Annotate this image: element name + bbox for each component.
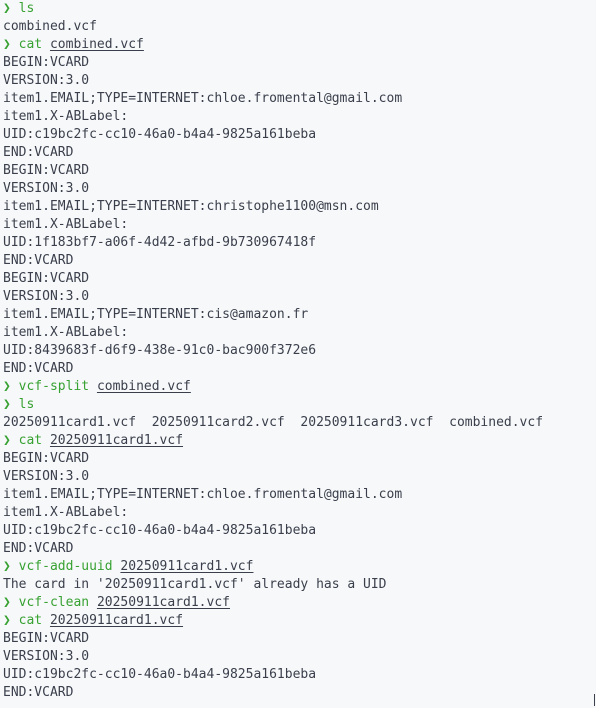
command-name: ls	[18, 1, 35, 16]
output-text: UID:c19bc2fc-cc10-46a0-b4a4-9825a161beba	[3, 127, 317, 142]
output-text: END:VCARD	[3, 361, 74, 376]
output-text: BEGIN:VCARD	[3, 631, 90, 646]
prompt-chevron-icon: ❯	[3, 37, 11, 52]
output-line: item1.EMAIL;TYPE=INTERNET:chloe.fromenta…	[3, 486, 593, 504]
output-line: UID:c19bc2fc-cc10-46a0-b4a4-9825a161beba	[3, 666, 593, 684]
output-text: UID:c19bc2fc-cc10-46a0-b4a4-9825a161beba	[3, 523, 317, 538]
output-line: END:VCARD	[3, 252, 593, 270]
output-text: END:VCARD	[3, 685, 74, 700]
command-name: cat	[18, 613, 43, 628]
prompt-chevron-icon: ❯	[3, 559, 11, 574]
command-line: ❯ cat 20250911card1.vcf	[3, 612, 593, 630]
prompt-chevron-icon: ❯	[3, 595, 11, 610]
output-text: END:VCARD	[3, 253, 74, 268]
output-line: The card in '20250911card1.vcf' already …	[3, 576, 593, 594]
output-line: item1.X-ABLabel:	[3, 108, 593, 126]
output-text: VERSION:3.0	[3, 649, 90, 664]
output-line: BEGIN:VCARD	[3, 630, 593, 648]
output-line: UID:8439683f-d6f9-438e-91c0-bac900f372e6	[3, 342, 593, 360]
output-line: item1.X-ABLabel:	[3, 324, 593, 342]
prompt-chevron-icon: ❯	[3, 379, 11, 394]
command-line: ❯ ls	[3, 396, 593, 414]
output-text: item1.X-ABLabel:	[3, 505, 129, 520]
command-line: ❯ cat combined.vcf	[3, 36, 593, 54]
output-line: END:VCARD	[3, 360, 593, 378]
output-line: 20250911card1.vcf 20250911card2.vcf 2025…	[3, 414, 593, 432]
output-text: UID:8439683f-d6f9-438e-91c0-bac900f372e6	[3, 343, 317, 358]
command-name: vcf-add-uuid	[18, 559, 113, 574]
output-text: item1.X-ABLabel:	[3, 325, 129, 340]
output-text: BEGIN:VCARD	[3, 55, 90, 70]
output-text: item1.EMAIL;TYPE=INTERNET:chloe.fromenta…	[3, 91, 403, 106]
output-text: VERSION:3.0	[3, 181, 90, 196]
output-text: END:VCARD	[3, 145, 74, 160]
output-line: UID:c19bc2fc-cc10-46a0-b4a4-9825a161beba	[3, 126, 593, 144]
output-line: UID:1f183bf7-a06f-4d42-afbd-9b730967418f	[3, 234, 593, 252]
terminal-output[interactable]: ❯ ls combined.vcf ❯ cat combined.vcf BEGIN:…	[3, 0, 593, 702]
output-text: item1.X-ABLabel:	[3, 109, 129, 124]
output-line: BEGIN:VCARD	[3, 162, 593, 180]
output-line: combined.vcf	[3, 18, 593, 36]
command-line: ❯ vcf-split combined.vcf	[3, 378, 593, 396]
output-text: BEGIN:VCARD	[3, 163, 90, 178]
command-line: ❯ cat 20250911card1.vcf	[3, 432, 593, 450]
output-text: 20250911card1.vcf 20250911card2.vcf 2025…	[3, 415, 544, 430]
output-text: item1.EMAIL;TYPE=INTERNET:chloe.fromenta…	[3, 487, 403, 502]
output-line: BEGIN:VCARD	[3, 270, 593, 288]
output-line: BEGIN:VCARD	[3, 450, 593, 468]
output-line: item1.EMAIL;TYPE=INTERNET:christophe1100…	[3, 198, 593, 216]
command-argument: 20250911card1.vcf	[120, 559, 254, 574]
output-line: item1.EMAIL;TYPE=INTERNET:cis@amazon.fr	[3, 306, 593, 324]
output-text: UID:1f183bf7-a06f-4d42-afbd-9b730967418f	[3, 235, 317, 250]
command-name: vcf-clean	[18, 595, 90, 610]
output-text: item1.EMAIL;TYPE=INTERNET:christophe1100…	[3, 199, 379, 214]
command-line: ❯ vcf-clean 20250911card1.vcf	[3, 594, 593, 612]
output-line: UID:c19bc2fc-cc10-46a0-b4a4-9825a161beba	[3, 522, 593, 540]
command-line: ❯ vcf-add-uuid 20250911card1.vcf	[3, 558, 593, 576]
output-line: VERSION:3.0	[3, 648, 593, 666]
output-text: The card in '20250911card1.vcf' already …	[3, 577, 387, 592]
output-line: VERSION:3.0	[3, 468, 593, 486]
output-text: BEGIN:VCARD	[3, 451, 90, 466]
output-text: END:VCARD	[3, 541, 74, 556]
output-text: combined.vcf	[3, 19, 97, 34]
command-argument: combined.vcf	[96, 379, 191, 394]
output-line: item1.X-ABLabel:	[3, 216, 593, 234]
command-line: ❯ ls	[3, 0, 593, 18]
prompt-chevron-icon: ❯	[3, 613, 11, 628]
output-line: VERSION:3.0	[3, 72, 593, 90]
command-name: ls	[18, 397, 35, 412]
output-line: BEGIN:VCARD	[3, 54, 593, 72]
command-argument: 20250911card1.vcf	[49, 613, 184, 628]
command-argument: 20250911card1.vcf	[96, 595, 230, 610]
prompt-chevron-icon: ❯	[3, 397, 11, 412]
output-text: UID:c19bc2fc-cc10-46a0-b4a4-9825a161beba	[3, 667, 317, 682]
output-line: item1.X-ABLabel:	[3, 504, 593, 522]
command-name: cat	[18, 37, 43, 52]
output-line: item1.EMAIL;TYPE=INTERNET:chloe.fromenta…	[3, 90, 593, 108]
command-name: vcf-split	[18, 379, 90, 394]
output-line: VERSION:3.0	[3, 180, 593, 198]
output-line: END:VCARD	[3, 684, 593, 702]
output-text: VERSION:3.0	[3, 73, 90, 88]
command-argument: combined.vcf	[49, 37, 144, 52]
output-text: VERSION:3.0	[3, 289, 90, 304]
output-text: item1.EMAIL;TYPE=INTERNET:cis@amazon.fr	[3, 307, 309, 322]
output-line: VERSION:3.0	[3, 288, 593, 306]
command-argument: 20250911card1.vcf	[49, 433, 184, 448]
output-line: END:VCARD	[3, 144, 593, 162]
output-text: VERSION:3.0	[3, 469, 90, 484]
prompt-chevron-icon: ❯	[3, 433, 11, 448]
output-text: item1.X-ABLabel:	[3, 217, 129, 232]
text-cursor	[594, 694, 595, 706]
prompt-chevron-icon: ❯	[3, 1, 11, 16]
output-line: END:VCARD	[3, 540, 593, 558]
output-text: BEGIN:VCARD	[3, 271, 90, 286]
command-name: cat	[18, 433, 43, 448]
